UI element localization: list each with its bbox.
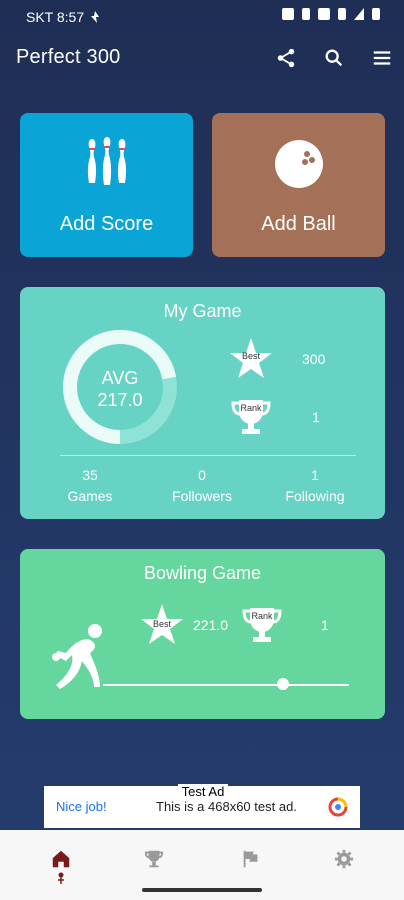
rank-badge: Rank: [240, 403, 262, 413]
add-ball-label: Add Ball: [261, 213, 336, 235]
battery-icon: [372, 8, 380, 20]
best-value: 300: [302, 351, 326, 367]
bowling-best-badge: Best: [152, 619, 171, 629]
lte-icon: [338, 8, 346, 20]
alarm-icon: [282, 8, 294, 20]
progress-slider[interactable]: [103, 678, 349, 692]
search-icon[interactable]: [320, 44, 348, 72]
status-bar: SKT 8:57: [0, 0, 404, 34]
following-stat[interactable]: 1 Following: [265, 465, 365, 507]
app-title: Perfect 300: [16, 46, 121, 68]
avg-label: AVG: [101, 368, 139, 388]
my-game-divider: [60, 455, 356, 456]
bowling-game-title: Bowling Game: [143, 563, 262, 583]
ad-nice-text: Nice job!: [56, 799, 107, 814]
ad-tag: Test Ad: [178, 784, 228, 800]
wifi-icon: [318, 8, 330, 20]
bowling-rank-value: 1: [321, 617, 329, 633]
followers-stat[interactable]: 0 Followers: [152, 465, 252, 507]
bowling-rank-badge: Rank: [251, 611, 273, 621]
status-carrier-time: SKT 8:57: [26, 9, 85, 25]
followers-label: Followers: [172, 488, 232, 504]
mute-icon: [302, 8, 310, 20]
games-stat[interactable]: 35 Games: [40, 465, 140, 507]
trophy-nav-icon[interactable]: [143, 848, 167, 872]
bowling-ball-icon: [275, 140, 323, 188]
rank-value: 1: [312, 409, 320, 425]
bowling-pins-icon: [87, 137, 127, 185]
add-score-button[interactable]: Add Score: [20, 113, 193, 257]
gear-icon[interactable]: [333, 848, 357, 872]
add-score-label: Add Score: [59, 213, 154, 235]
home-icon[interactable]: [50, 848, 74, 884]
ad-body-text: This is a 468x60 test ad.: [156, 799, 297, 814]
add-ball-button[interactable]: Add Ball: [212, 113, 385, 257]
share-icon[interactable]: [272, 44, 300, 72]
signal-icon: [354, 8, 364, 20]
followers-value: 0: [198, 467, 206, 483]
slider-track: [103, 684, 349, 686]
ad-logo-icon: [328, 797, 348, 817]
notification-icon: [91, 11, 100, 23]
following-label: Following: [285, 488, 345, 504]
bowler-icon: [52, 624, 102, 689]
games-label: Games: [67, 488, 113, 504]
avg-value: 217.0: [97, 390, 143, 410]
following-value: 1: [311, 467, 319, 483]
games-value: 35: [82, 467, 98, 483]
bowling-game-card[interactable]: Bowling Game Best 221.0 Rank 1: [20, 549, 385, 719]
bowling-best-value: 221.0: [193, 617, 229, 633]
menu-icon[interactable]: [368, 44, 396, 72]
best-badge: Best: [241, 351, 260, 361]
app-bar: Perfect 300: [0, 34, 404, 82]
slider-thumb[interactable]: [276, 678, 289, 690]
my-game-card[interactable]: My Game AVG 217.0 Best 300 Rank 1 35 Gam…: [20, 287, 385, 519]
my-game-title: My Game: [163, 301, 242, 321]
flag-icon[interactable]: [240, 848, 264, 872]
home-indicator[interactable]: [142, 888, 262, 892]
